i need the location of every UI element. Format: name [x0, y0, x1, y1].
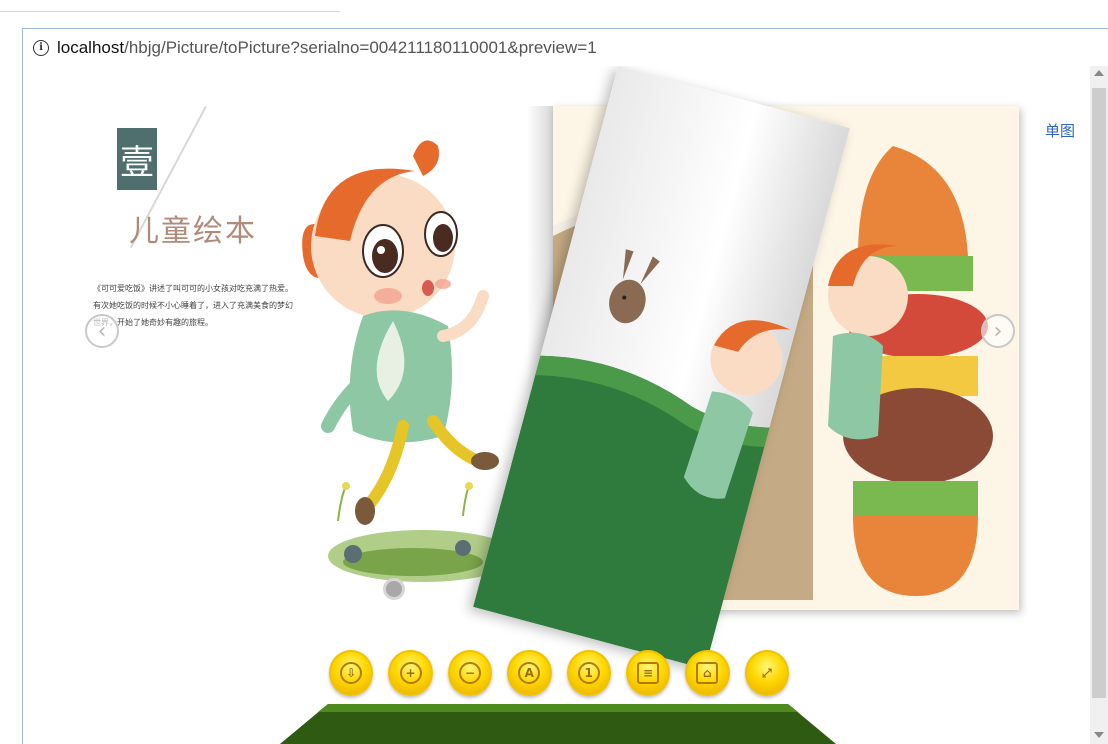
address-bar[interactable]: i localhost /hbjg/Picture/toPicture?seri… [22, 28, 1108, 66]
actual-size-button[interactable]: 1 [566, 650, 611, 696]
zoom-in-button[interactable]: + [388, 650, 433, 696]
zoom-out-icon: − [458, 662, 481, 684]
fullscreen-button[interactable]: ⤢ [744, 650, 789, 696]
download-icon: ⇩ [340, 662, 363, 684]
window-edge [0, 0, 340, 12]
fullscreen-icon: ⤢ [762, 665, 772, 680]
next-page-button[interactable]: › [981, 314, 1015, 348]
scroll-up-arrow-icon[interactable] [1094, 70, 1104, 76]
scroll-down-arrow-icon[interactable] [1094, 732, 1104, 738]
info-icon[interactable]: i [33, 39, 49, 56]
page-marker [383, 578, 405, 600]
window-top-strip [0, 0, 1108, 28]
single-view-link[interactable]: 单图 [1045, 120, 1075, 141]
auto-zoom-icon: A [518, 662, 541, 684]
zoom-out-button[interactable]: − [447, 650, 493, 696]
page-viewport: 壹 儿童绘本 《可可爱吃饭》讲述了叫可可的小女孩对吃充满了热爱。有次她吃饭的时候… [22, 66, 1090, 744]
table-of-contents-button[interactable]: ≡ [625, 650, 671, 696]
vertical-scrollbar[interactable] [1090, 66, 1108, 744]
home-button[interactable]: ⌂ [685, 650, 730, 696]
prev-page-button[interactable]: ‹ [85, 314, 119, 348]
chapter-badge: 壹 [117, 128, 157, 190]
scroll-thumb[interactable] [1092, 88, 1106, 698]
home-icon: ⌂ [696, 662, 719, 684]
book-title: 儿童绘本 [129, 214, 257, 249]
toolbar: ⇩ + − A 1 ≡ ⌂ ⤢ [329, 650, 789, 710]
browser-window: i localhost /hbjg/Picture/toPicture?seri… [0, 0, 1108, 744]
url-host: localhost [57, 37, 125, 57]
download-button[interactable]: ⇩ [329, 650, 374, 696]
girl-illustration [302, 140, 513, 582]
book-description: 《可可爱吃饭》讲述了叫可可的小女孩对吃充满了热爱。有次她吃饭的时候不小心睡着了，… [93, 284, 293, 327]
actual-size-icon: 1 [577, 662, 600, 684]
url-path: /hbjg/Picture/toPicture?serialno=0042111… [124, 37, 597, 57]
auto-zoom-button[interactable]: A [507, 650, 552, 696]
toolbar-grass-base [280, 704, 836, 744]
left-page: 壹 儿童绘本 《可可爱吃饭》讲述了叫可可的小女孩对吃充满了热爱。有次她吃饭的时候… [93, 106, 523, 606]
zoom-in-icon: + [399, 662, 422, 684]
list-icon: ≡ [637, 662, 660, 684]
